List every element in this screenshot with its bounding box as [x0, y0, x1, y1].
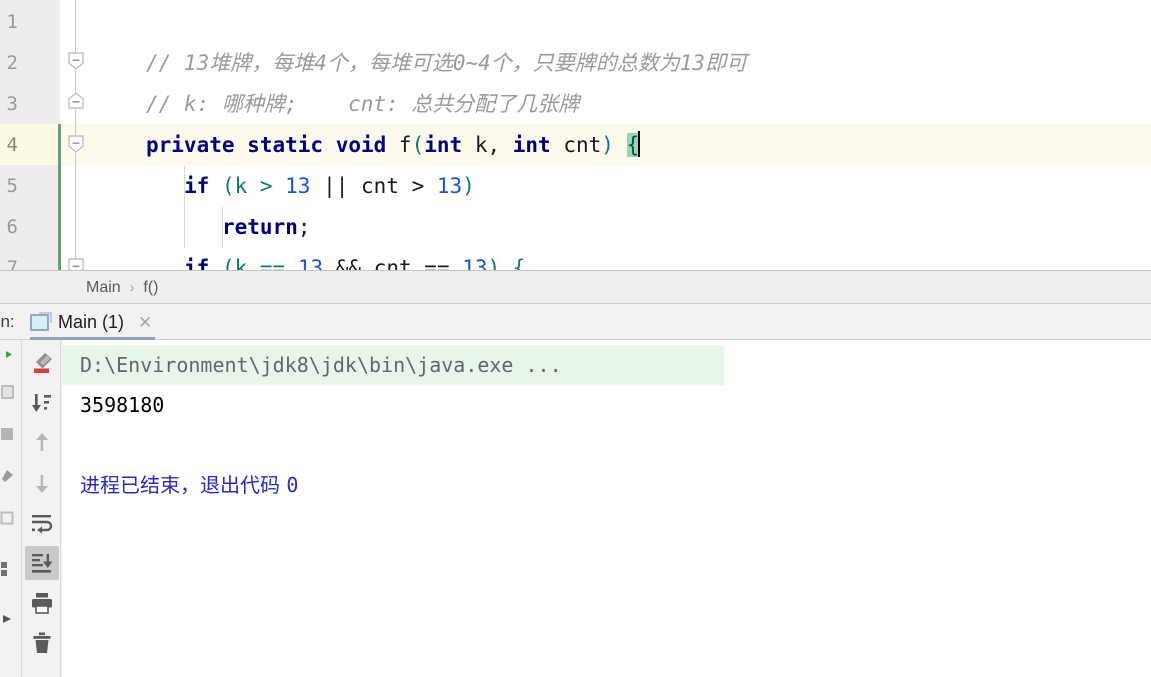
stop-icon[interactable] [0, 426, 14, 447]
number-literal: 13 [297, 256, 324, 270]
code-line-7[interactable]: if (k == 13 && cnt == 13) { [184, 248, 525, 270]
console-toolbar[interactable] [21, 340, 61, 677]
highlighter-icon[interactable] [25, 346, 59, 380]
code-text-layer[interactable]: // 13堆牌，每堆4个，每堆可选0~4个，只要牌的总数为13即可 // k: … [0, 0, 1151, 270]
scroll-to-end-icon[interactable] [25, 546, 59, 580]
layout-icon[interactable] [0, 510, 14, 531]
text-caret [638, 131, 641, 157]
pin-icon[interactable] [0, 468, 14, 489]
code-line-5[interactable]: if (k > 13 || cnt > 13) [184, 166, 475, 207]
code-line-2[interactable]: // 13堆牌，每堆4个，每堆可选0~4个，只要牌的总数为13即可 [146, 43, 747, 84]
param-k: k, [462, 133, 513, 157]
code-line-6[interactable]: return; [222, 207, 311, 248]
breadcrumb-bar: Main › f() [0, 270, 1151, 304]
condition-close: ) [462, 174, 475, 198]
trash-icon[interactable] [25, 626, 59, 660]
condition-open: (k > [209, 174, 286, 198]
console-command-line: D:\Environment\jdk8\jdk\bin\java.exe ... [62, 345, 724, 385]
code-editor[interactable]: 1 2 3 4 5 6 7 // 13堆牌，每堆4个，每堆可选0~4个，只要牌的… [0, 0, 1151, 270]
method-name: f [398, 133, 412, 157]
number-literal: 13 [436, 174, 463, 198]
exit-message-text: 进程已结束，退出代码 [80, 473, 287, 497]
param-cnt: cnt [550, 133, 602, 157]
soft-wrap-icon[interactable] [25, 506, 59, 540]
ide-window: 1 2 3 4 5 6 7 // 13堆牌，每堆4个，每堆可选0~4个，只要牌的… [0, 0, 1151, 677]
condition-open: (k == [209, 256, 298, 270]
number-literal: 13 [462, 256, 488, 270]
console-exit-line: 进程已结束，退出代码 0 [80, 465, 298, 505]
close-paren: ) [601, 133, 614, 157]
comment-text: // k: 哪种牌; cnt: 总共分配了几张牌 [146, 92, 580, 116]
expand-icon[interactable] [0, 612, 14, 631]
comment-text: // 13堆牌，每堆4个，每堆可选0~4个，只要牌的总数为13即可 [146, 51, 748, 75]
arrow-up-icon[interactable] [25, 426, 59, 460]
keyword-void: void [335, 133, 387, 157]
tool-window-side-rail[interactable] [0, 340, 20, 677]
settings-icon[interactable] [0, 560, 14, 583]
keyword-if: if [184, 174, 210, 198]
keyword-static: static [247, 133, 324, 157]
chevron-right-icon: › [129, 279, 135, 295]
console-stdout-line: 3598180 [80, 393, 165, 417]
breadcrumb-item-class[interactable]: Main [86, 271, 121, 304]
breadcrumb: Main › f() [86, 271, 158, 304]
code-line-4[interactable]: private static void f(int k, int cnt) { [146, 125, 641, 166]
logical-or: || [310, 174, 362, 198]
breadcrumb-item-method[interactable]: f() [143, 271, 158, 304]
run-icon[interactable] [0, 348, 14, 367]
open-brace: { [512, 256, 526, 270]
number-literal: 13 [285, 174, 311, 198]
semicolon: ; [297, 215, 311, 239]
rerun-icon[interactable] [0, 384, 14, 405]
keyword-int: int [424, 133, 463, 157]
run-window-label: un: [0, 312, 15, 331]
exit-code-value: 0 [286, 473, 299, 497]
condition-close: ) [487, 256, 513, 270]
run-tab-main[interactable]: Main (1) ✕ [30, 304, 152, 340]
run-tool-window: un: Main (1) ✕ [0, 304, 1151, 677]
console-output[interactable]: D:\Environment\jdk8\jdk\bin\java.exe ...… [62, 340, 1151, 677]
run-tab-label: Main (1) [58, 311, 125, 332]
sort-descending-icon[interactable] [25, 386, 59, 420]
keyword-private: private [146, 133, 235, 157]
logical-and: && [323, 256, 374, 270]
keyword-if: if [184, 256, 210, 270]
keyword-int: int [512, 133, 551, 157]
run-tool-header: un: Main (1) ✕ [0, 304, 1151, 340]
open-paren: ( [411, 133, 425, 157]
keyword-return: return [222, 215, 298, 239]
close-icon[interactable]: ✕ [138, 314, 152, 331]
print-icon[interactable] [25, 586, 59, 620]
condition-cnt: cnt == [373, 256, 463, 270]
code-line-3[interactable]: // k: 哪种牌; cnt: 总共分配了几张牌 [146, 84, 579, 125]
condition-cnt: cnt > [361, 174, 437, 198]
console-window-icon [30, 311, 52, 331]
arrow-down-icon[interactable] [25, 466, 59, 500]
